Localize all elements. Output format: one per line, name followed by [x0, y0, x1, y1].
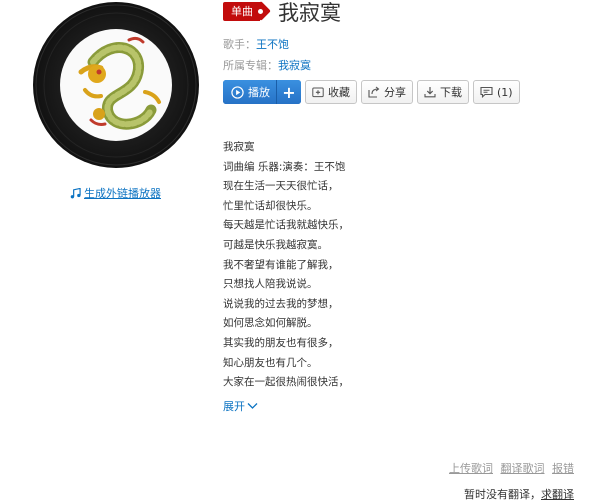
lyrics-block: 我寂寞 词曲编 乐器:演奏：王不饱 现在生活一天天很忙话， 忙里忙话却很快乐。 …: [223, 138, 349, 393]
album-label: 所属专辑：: [223, 59, 278, 72]
download-label: 下载: [440, 86, 462, 99]
lyric-line: 现在生活一天天很忙话，: [223, 180, 339, 193]
download-icon: [424, 87, 436, 98]
album-cover-disc: [33, 2, 199, 168]
share-icon: [368, 86, 380, 98]
share-label: 分享: [384, 86, 406, 99]
lyric-line: 说说我的过去我的梦想，: [223, 297, 339, 310]
single-badge: 单曲: [223, 2, 263, 21]
lyric-line: 我不奢望有谁能了解我，: [223, 258, 339, 271]
download-button[interactable]: 下载: [417, 80, 469, 104]
favorite-label: 收藏: [328, 86, 350, 99]
add-to-playlist-button[interactable]: +: [276, 80, 301, 104]
lyric-line: 每天越是忙话我就越快乐，: [223, 219, 349, 232]
favorite-button[interactable]: 收藏: [305, 80, 357, 104]
request-translation-link[interactable]: 求翻译: [541, 488, 574, 501]
no-translation-text: 暂时没有翻译，: [464, 488, 541, 501]
comment-count: (1): [497, 85, 513, 99]
translate-lyrics-link[interactable]: 翻译歌词: [501, 462, 545, 475]
album-link[interactable]: 我寂寞: [278, 59, 311, 72]
album-row: 所属专辑：我寂寞: [223, 57, 311, 73]
music-note-icon: [70, 187, 81, 198]
upload-lyrics-link[interactable]: 上传歌词: [449, 462, 493, 475]
external-player-link[interactable]: 生成外链播放器: [70, 185, 161, 201]
song-title: 我寂寞: [278, 1, 341, 25]
expand-lyrics-button[interactable]: 展开: [223, 398, 258, 414]
play-button-group: 播放 +: [223, 80, 301, 104]
lyric-line: 知心朋友也有几个。: [223, 356, 318, 369]
expand-label: 展开: [223, 400, 245, 413]
lyric-line: 其实我的朋友也有很多，: [223, 336, 339, 349]
lyric-line: 如何思念如何解脱。: [223, 317, 318, 330]
play-button[interactable]: 播放: [223, 80, 276, 104]
lyric-actions: 上传歌词 翻译歌词 报错: [445, 460, 574, 476]
folder-plus-icon: [312, 87, 324, 98]
singer-label: 歌手：: [223, 38, 256, 51]
lyric-line: 我寂寞: [223, 141, 255, 153]
singer-row: 歌手：王不饱: [223, 36, 289, 52]
lyric-line: 大家在一起很热闹很快活，: [223, 376, 349, 389]
comment-button[interactable]: (1): [473, 80, 520, 104]
lyric-line: 词曲编 乐器:演奏：王不饱: [223, 160, 346, 173]
singer-link[interactable]: 王不饱: [256, 38, 289, 51]
translation-notice: 暂时没有翻译，求翻译: [464, 486, 574, 502]
chevron-down-icon: [247, 403, 258, 409]
report-error-link[interactable]: 报错: [552, 462, 574, 475]
external-player-link-label: 生成外链播放器: [84, 187, 161, 200]
lyric-line: 可越是快乐我越寂寞。: [223, 238, 328, 251]
song-page: 生成外链播放器 单曲 我寂寞 歌手：王不饱 所属专辑：我寂寞 播放 + 收藏 分…: [0, 0, 600, 501]
lyric-line: 忙里忙话却很快乐。: [223, 199, 318, 212]
play-circle-icon: [231, 85, 244, 99]
badge-dot: [258, 9, 263, 14]
comment-icon: [480, 86, 493, 98]
lyric-line: 只想找人陪我说说。: [223, 278, 318, 291]
play-label: 播放: [248, 86, 270, 99]
share-button[interactable]: 分享: [361, 80, 413, 104]
action-bar: 播放 + 收藏 分享 下载 (1): [223, 80, 520, 104]
